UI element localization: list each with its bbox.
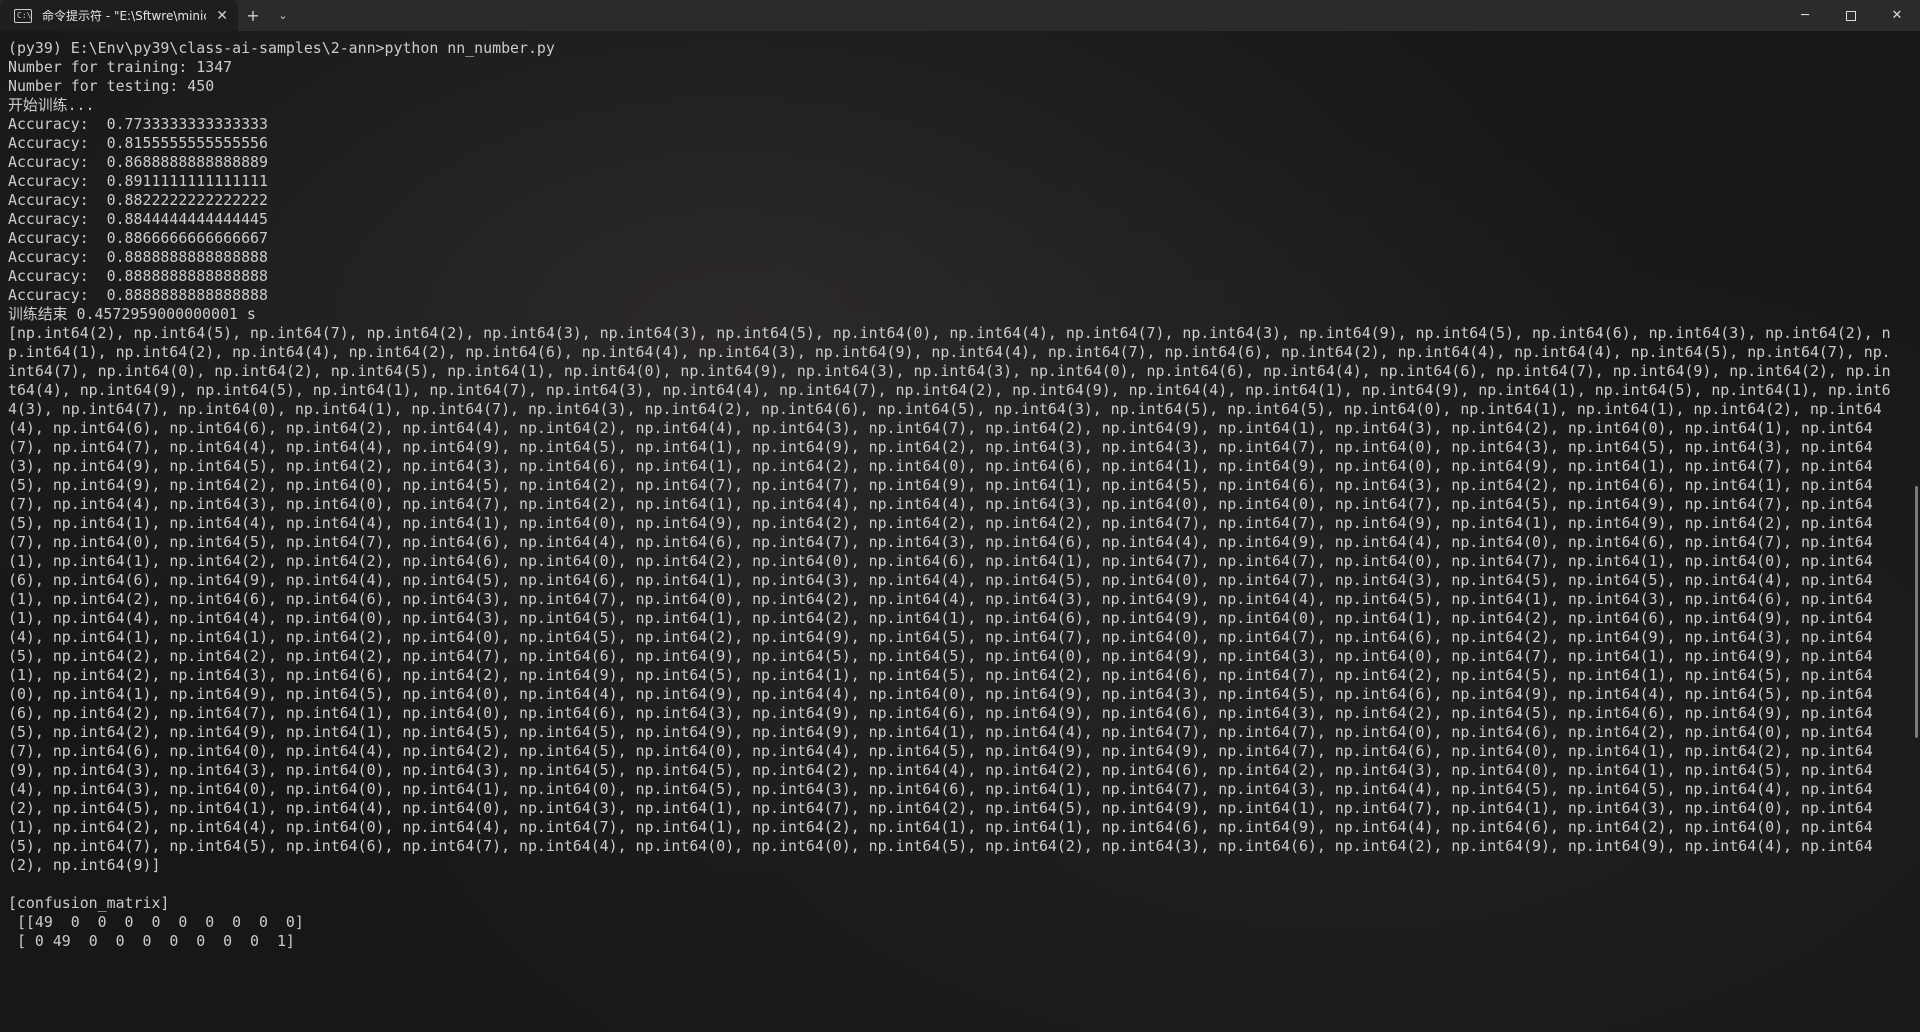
accuracy-line: Accuracy: 0.8888888888888888	[8, 248, 268, 266]
output-line: [confusion_matrix]	[8, 894, 170, 912]
accuracy-line: Accuracy: 0.8155555555555556	[8, 134, 268, 152]
close-window-button[interactable]: ✕	[1874, 0, 1920, 31]
accuracy-line: Accuracy: 0.8911111111111111	[8, 172, 268, 190]
title-bar-drag-area[interactable]	[298, 0, 1782, 31]
accuracy-line: Accuracy: 0.8888888888888888	[8, 286, 268, 304]
close-tab-icon[interactable]: ✕	[216, 8, 228, 24]
new-tab-button[interactable]: +	[238, 0, 268, 31]
output-line: Number for testing: 450	[8, 77, 215, 95]
matrix-row: [ 0 49 0 0 0 0 0 0 0 1]	[8, 932, 295, 950]
tab-title: 命令提示符 - "E:\Sftwre\minic	[42, 9, 207, 23]
title-bar: C:\ 命令提示符 - "E:\Sftwre\minic ✕ + ⌄ ─ ✕	[0, 0, 1920, 31]
command-line: (py39) E:\Env\py39\class-ai-samples\2-an…	[8, 39, 555, 57]
output-line: 开始训练...	[8, 96, 95, 114]
matrix-row: [[49 0 0 0 0 0 0 0 0 0]	[8, 913, 304, 931]
prediction-list: [np.int64(2), np.int64(5), np.int64(7), …	[8, 324, 1891, 874]
accuracy-line: Accuracy: 0.8888888888888888	[8, 267, 268, 285]
accuracy-line: Accuracy: 0.8822222222222222	[8, 191, 268, 209]
output-line: Number for training: 1347	[8, 58, 233, 76]
tab-dropdown-icon[interactable]: ⌄	[268, 0, 298, 31]
vertical-scrollbar[interactable]	[1915, 486, 1918, 738]
maximize-button[interactable]	[1828, 0, 1874, 31]
accuracy-line: Accuracy: 0.8866666666666667	[8, 229, 268, 247]
terminal-output: (py39) E:\Env\py39\class-ai-samples\2-an…	[8, 39, 1892, 951]
accuracy-line: Accuracy: 0.8844444444444445	[8, 210, 268, 228]
terminal-pane[interactable]: (py39) E:\Env\py39\class-ai-samples\2-an…	[0, 31, 1920, 1032]
maximize-icon	[1846, 10, 1856, 21]
accuracy-line: Accuracy: 0.7733333333333333	[8, 115, 268, 133]
command-prompt-icon: C:\	[14, 8, 32, 23]
output-line: 训练结束 0.4572959000000001 s	[8, 305, 256, 323]
minimize-button[interactable]: ─	[1782, 0, 1828, 31]
terminal-tab[interactable]: C:\ 命令提示符 - "E:\Sftwre\minic ✕	[0, 0, 238, 31]
accuracy-line: Accuracy: 0.8688888888888889	[8, 153, 268, 171]
